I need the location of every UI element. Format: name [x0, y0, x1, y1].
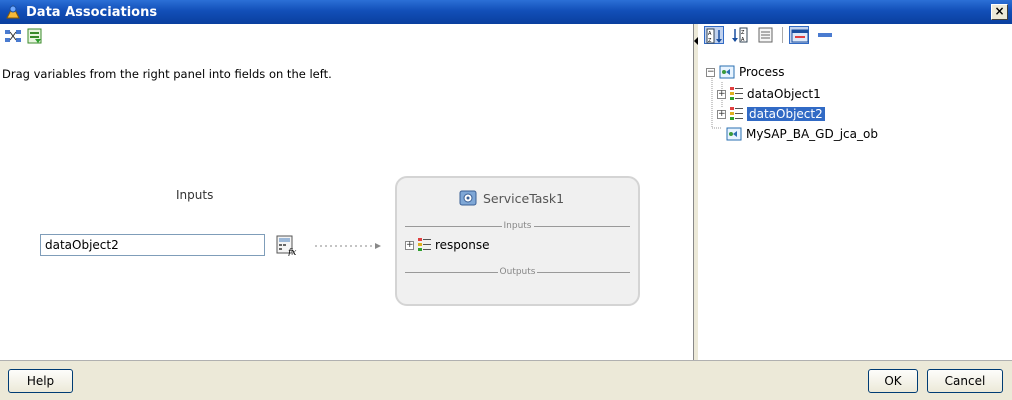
structure-variable-icon — [418, 238, 431, 252]
svg-text:A: A — [708, 31, 712, 37]
tree-label-dataobject1: dataObject1 — [747, 87, 821, 101]
svg-text:Z: Z — [741, 30, 745, 36]
close-button[interactable]: × — [991, 4, 1008, 20]
tree-node-dataobject2[interactable]: + dataObject2 — [717, 106, 825, 122]
structure-variable-icon — [730, 87, 743, 101]
title-bar: Data Associations × — [0, 0, 1012, 24]
service-task-card: ServiceTask1 Inputs + response Outputs — [395, 176, 640, 306]
svg-text:fx: fx — [287, 248, 296, 256]
help-button[interactable]: Help — [8, 369, 73, 393]
input-mapping-field[interactable] — [40, 234, 265, 256]
mapping-connector-arrow — [315, 243, 381, 249]
left-toolbar — [4, 28, 44, 44]
tree-node-dataobject1[interactable]: + dataObject1 — [717, 86, 821, 102]
sort-ascending-icon[interactable]: A Z — [704, 26, 724, 44]
details-view-icon[interactable] — [756, 26, 776, 44]
dialog-body: Drag variables from the right panel into… — [0, 24, 1012, 400]
expression-function-icon[interactable]: fx — [275, 234, 297, 258]
svg-text:Z: Z — [708, 38, 712, 44]
variables-panel: A Z Z A − Process + dataObject1 + dataOb… — [698, 24, 1012, 360]
toolbar-separator — [782, 27, 783, 43]
collapse-all-icon[interactable] — [815, 26, 835, 44]
mapping-panel: Drag variables from the right panel into… — [0, 24, 693, 360]
task-inputs-divider: Inputs — [405, 220, 630, 232]
tree-label-dataobject2: dataObject2 — [747, 107, 825, 121]
instruction-text: Drag variables from the right panel into… — [2, 67, 332, 81]
tree-node-process[interactable]: − Process — [706, 64, 785, 80]
inputs-heading: Inputs — [176, 188, 214, 202]
task-header: ServiceTask1 — [459, 190, 564, 206]
cancel-button[interactable]: Cancel — [927, 369, 1003, 393]
show-panel-icon[interactable] — [789, 26, 809, 44]
sort-descending-icon[interactable]: Z A — [730, 26, 750, 44]
service-task-icon — [459, 190, 477, 206]
process-icon — [719, 65, 735, 79]
app-icon — [4, 3, 22, 21]
auto-map-icon[interactable] — [4, 28, 22, 44]
button-bar: Help OK Cancel — [0, 360, 1012, 400]
structure-variable-icon — [730, 107, 743, 121]
expand-response-icon[interactable]: + — [405, 240, 414, 250]
ok-button[interactable]: OK — [868, 369, 918, 393]
right-toolbar: A Z Z A — [704, 26, 835, 44]
task-outputs-label: Outputs — [499, 267, 536, 277]
expand-dataobject1-icon[interactable]: + — [717, 89, 726, 99]
svg-text:A: A — [741, 37, 745, 43]
tree-node-mysap[interactable]: MySAP_BA_GD_jca_ob — [726, 126, 878, 142]
collapse-process-icon[interactable]: − — [706, 67, 715, 77]
response-label: response — [435, 238, 490, 252]
task-outputs-divider: Outputs — [405, 266, 631, 278]
task-title: ServiceTask1 — [483, 190, 565, 206]
expression-builder-icon[interactable] — [26, 28, 44, 44]
tree-label-process: Process — [739, 65, 785, 79]
process-icon — [726, 127, 742, 141]
task-inputs-label: Inputs — [503, 221, 532, 231]
expand-dataobject2-icon[interactable]: + — [717, 109, 726, 119]
response-row[interactable]: + response — [405, 238, 490, 252]
tree-label-mysap: MySAP_BA_GD_jca_ob — [746, 127, 878, 141]
window-title: Data Associations — [26, 4, 158, 20]
